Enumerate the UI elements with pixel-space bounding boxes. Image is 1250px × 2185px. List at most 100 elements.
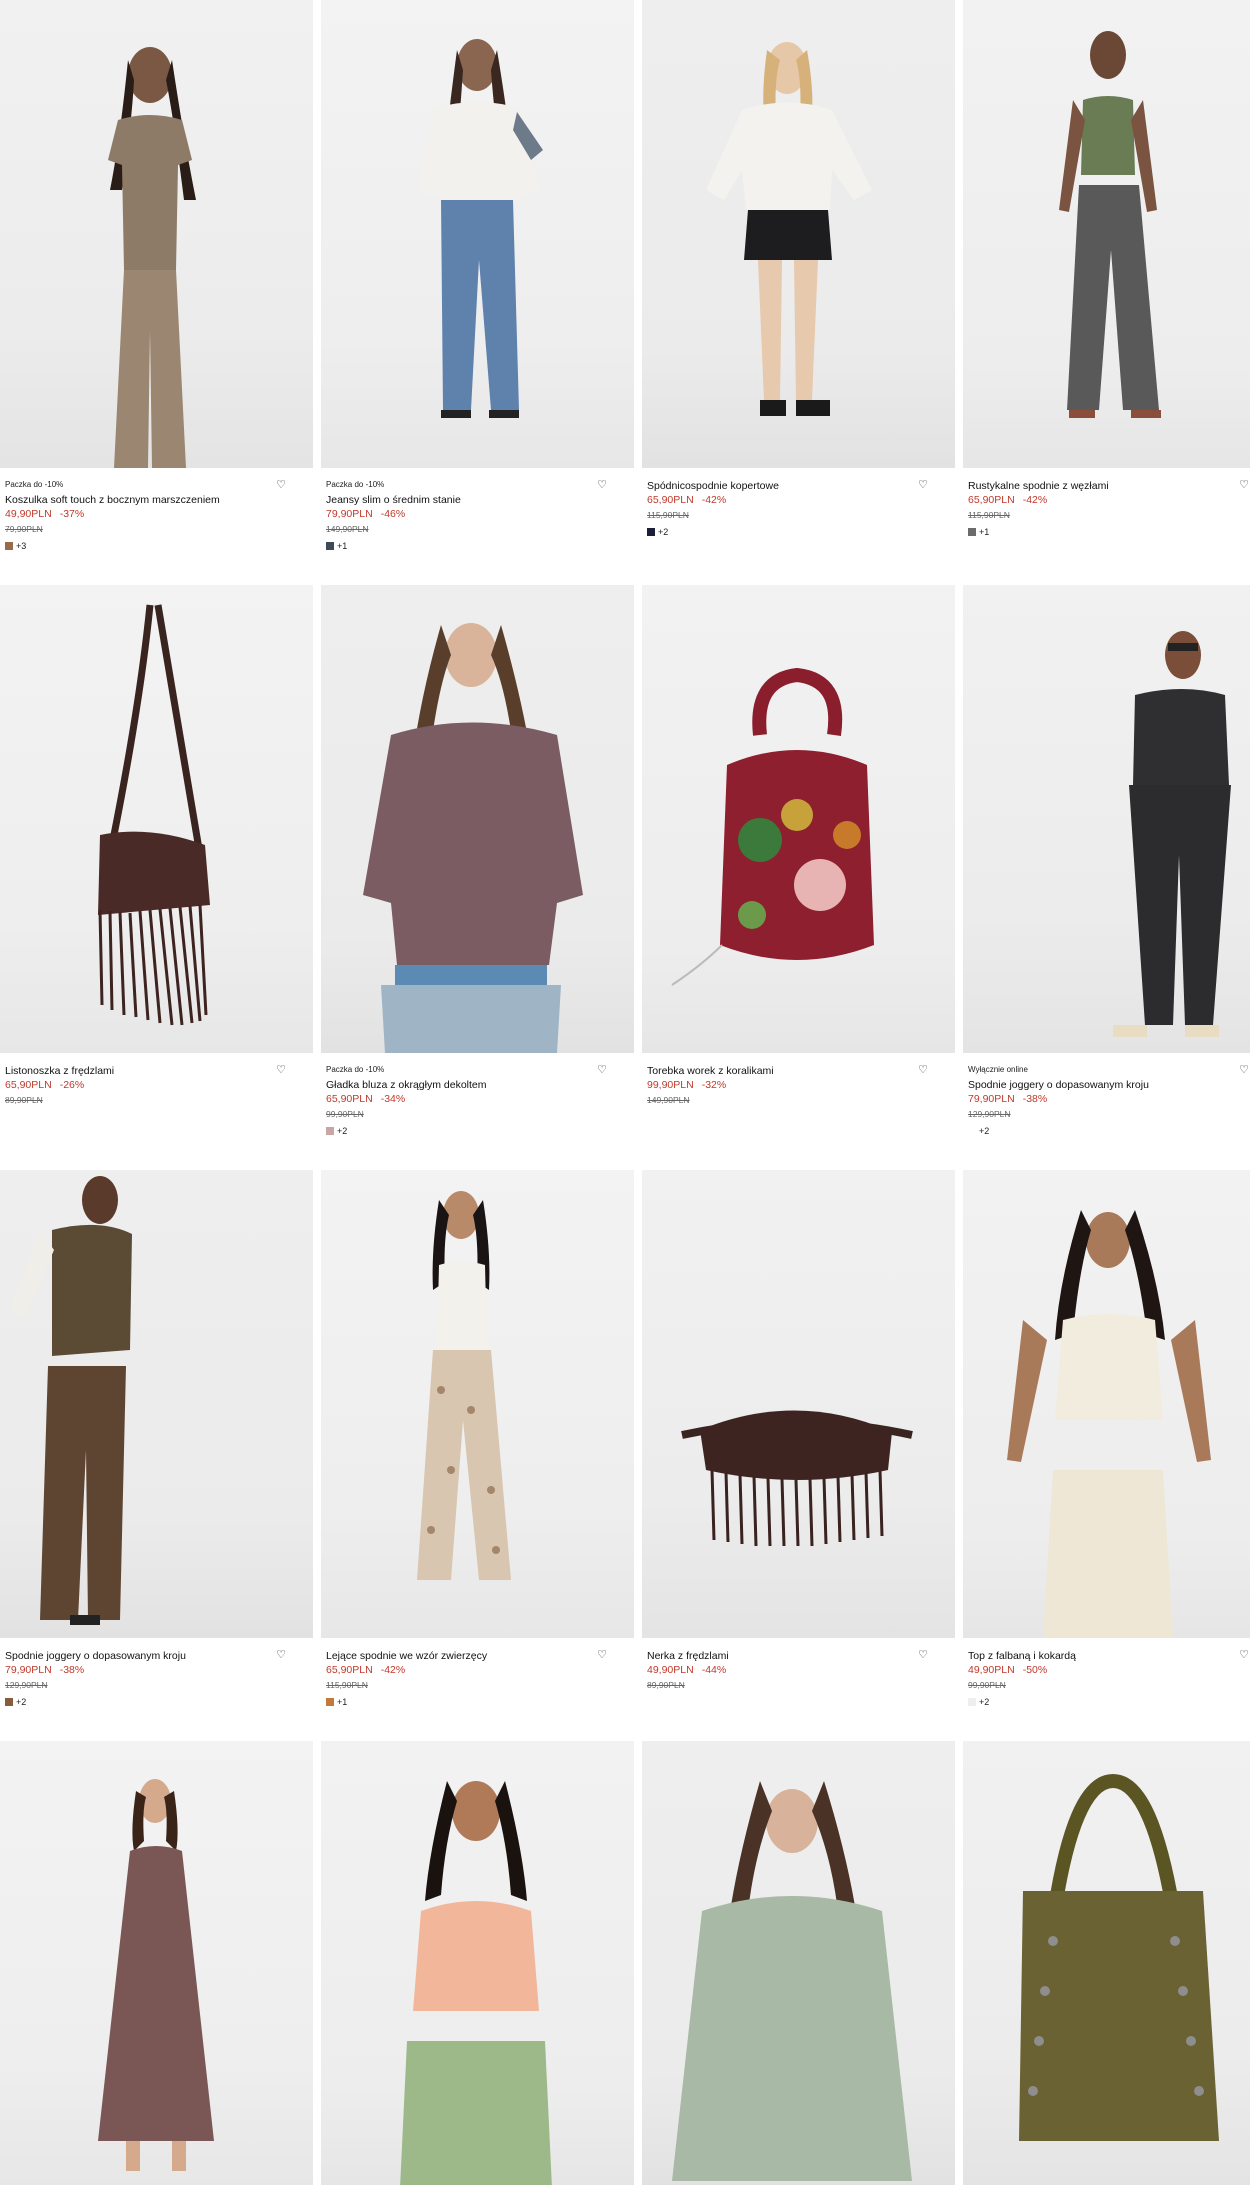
- color-swatch[interactable]: [326, 1127, 334, 1135]
- product-price: 65,90PLN: [968, 494, 1015, 506]
- product-card[interactable]: Nerka z frędzlami ♡ 49,90PLN -44% 89,90PL…: [642, 1170, 955, 1740]
- more-colors: +2: [979, 1697, 990, 1707]
- model-ruffle-top-icon: [1007, 1210, 1211, 1638]
- heart-icon[interactable]: ♡: [597, 1650, 607, 1661]
- heart-icon[interactable]: ♡: [276, 1065, 286, 1076]
- color-options[interactable]: +2: [968, 1697, 989, 1707]
- color-options[interactable]: +2: [5, 1697, 26, 1707]
- product-card[interactable]: Listonoszka z frędzlami ♡ 65,90PLN -26% 8…: [0, 585, 313, 1170]
- heart-icon[interactable]: ♡: [1239, 1065, 1249, 1076]
- price-row: 65,90PLN -42%: [968, 494, 1047, 506]
- product-card[interactable]: Lejące spodnie we wzór zwierzęcy ♡ 65,90…: [321, 1170, 634, 1740]
- product-name[interactable]: Listonoszka z frędzlami: [5, 1065, 114, 1077]
- product-photo[interactable]: [321, 0, 634, 468]
- product-photo[interactable]: [642, 1170, 955, 1638]
- price-row: 49,90PLN -50%: [968, 1664, 1047, 1676]
- product-photo[interactable]: [0, 1741, 313, 2185]
- product-name[interactable]: Top z falbaną i kokardą: [968, 1650, 1076, 1662]
- old-price: 89,90PLN: [647, 1680, 685, 1690]
- color-swatch[interactable]: [5, 1698, 13, 1706]
- product-photo[interactable]: [642, 0, 955, 468]
- discount-badge: -46%: [380, 508, 406, 520]
- studded-tote-icon: [1019, 1773, 1219, 2141]
- heart-icon[interactable]: ♡: [597, 1065, 607, 1076]
- product-photo[interactable]: [321, 1741, 634, 2185]
- heart-icon[interactable]: ♡: [918, 1065, 928, 1076]
- product-card[interactable]: Paczka do -10% Jeansy slim o średnim sta…: [321, 0, 634, 585]
- color-options[interactable]: +3: [5, 541, 26, 551]
- product-photo[interactable]: [963, 1170, 1250, 1638]
- fringe-beltbag-icon: [681, 1410, 913, 1547]
- model-skort-icon: [706, 42, 872, 416]
- color-options[interactable]: +1: [968, 527, 989, 537]
- heart-icon[interactable]: ♡: [918, 1650, 928, 1661]
- product-photo[interactable]: [642, 1741, 955, 2185]
- product-name[interactable]: Nerka z frędzlami: [647, 1650, 729, 1662]
- heart-icon[interactable]: ♡: [597, 480, 607, 491]
- more-colors: +2: [658, 527, 669, 537]
- color-swatch[interactable]: [5, 542, 13, 550]
- product-card[interactable]: [963, 1741, 1250, 2185]
- discount-badge: -38%: [1022, 1093, 1048, 1105]
- product-card[interactable]: Wyłącznie online Spodnie joggery o dopas…: [963, 585, 1250, 1170]
- product-photo[interactable]: [321, 585, 634, 1053]
- product-name[interactable]: Spodnie joggery o dopasowanym kroju: [5, 1650, 186, 1662]
- product-name[interactable]: Spódnicospodnie kopertowe: [647, 480, 779, 492]
- product-card[interactable]: [642, 1741, 955, 2185]
- color-swatch[interactable]: [968, 528, 976, 536]
- heart-icon[interactable]: ♡: [276, 1650, 286, 1661]
- price-row: 65,90PLN -42%: [647, 494, 726, 506]
- discount-badge: -42%: [1022, 494, 1048, 506]
- product-photo[interactable]: [321, 1170, 634, 1638]
- product-card[interactable]: [321, 1741, 634, 2185]
- color-options[interactable]: +2: [968, 1126, 989, 1136]
- product-photo[interactable]: [963, 1741, 1250, 2185]
- product-price: 99,90PLN: [647, 1079, 694, 1091]
- product-card[interactable]: Spódnicospodnie kopertowe ♡ 65,90PLN -42%…: [642, 0, 955, 585]
- heart-icon[interactable]: ♡: [918, 480, 928, 491]
- product-card[interactable]: Spodnie joggery o dopasowanym kroju ♡ 79…: [0, 1170, 313, 1740]
- old-price: 115,90PLN: [968, 510, 1010, 520]
- product-name[interactable]: Gładka bluza z okrągłym dekoltem: [326, 1079, 487, 1091]
- color-swatch[interactable]: [326, 1698, 334, 1706]
- product-card[interactable]: Rustykalne spodnie z węzłami ♡ 65,90PLN -…: [963, 0, 1250, 585]
- product-photo[interactable]: [0, 0, 313, 468]
- price-row: 79,90PLN -38%: [5, 1664, 84, 1676]
- color-swatch[interactable]: [968, 1698, 976, 1706]
- heart-icon[interactable]: ♡: [276, 480, 286, 491]
- product-name[interactable]: Koszulka soft touch z bocznym marszczeni…: [5, 494, 220, 506]
- product-card[interactable]: [0, 1741, 313, 2185]
- product-name[interactable]: Torebka worek z koralikami: [647, 1065, 774, 1077]
- product-card[interactable]: Paczka do -10% Gładka bluza z okrągłym d…: [321, 585, 634, 1170]
- product-photo[interactable]: [963, 0, 1250, 468]
- product-price: 65,90PLN: [326, 1093, 373, 1105]
- color-swatch[interactable]: [647, 528, 655, 536]
- product-photo[interactable]: [0, 1170, 313, 1638]
- color-options[interactable]: +1: [326, 541, 347, 551]
- model-joggers-icon: [1113, 631, 1231, 1037]
- product-name[interactable]: Spodnie joggery o dopasowanym kroju: [968, 1079, 1149, 1091]
- product-price: 49,90PLN: [968, 1664, 1015, 1676]
- product-name[interactable]: Lejące spodnie we wzór zwierzęcy: [326, 1650, 487, 1662]
- product-photo[interactable]: [642, 585, 955, 1053]
- product-tag: Paczka do -10%: [5, 480, 64, 489]
- color-options[interactable]: +2: [647, 527, 668, 537]
- color-swatch[interactable]: [326, 542, 334, 550]
- product-name[interactable]: Rustykalne spodnie z węzłami: [968, 480, 1109, 492]
- product-card[interactable]: Torebka worek z koralikami ♡ 99,90PLN -32…: [642, 585, 955, 1170]
- discount-badge: -26%: [59, 1079, 85, 1091]
- color-options[interactable]: +2: [326, 1126, 347, 1136]
- color-swatch[interactable]: [968, 1127, 976, 1135]
- heart-icon[interactable]: ♡: [1239, 1650, 1249, 1661]
- product-photo[interactable]: [0, 585, 313, 1053]
- old-price: 115,90PLN: [326, 1680, 368, 1690]
- product-card[interactable]: Top z falbaną i kokardą ♡ 49,90PLN -50% 9…: [963, 1170, 1250, 1740]
- more-colors: +2: [979, 1126, 990, 1136]
- more-colors: +1: [979, 527, 990, 537]
- product-name[interactable]: Jeansy slim o średnim stanie: [326, 494, 461, 506]
- heart-icon[interactable]: ♡: [1239, 480, 1249, 491]
- product-photo[interactable]: [963, 585, 1250, 1053]
- old-price: 89,90PLN: [5, 1095, 43, 1105]
- product-card[interactable]: Paczka do -10% Koszulka soft touch z boc…: [0, 0, 313, 585]
- color-options[interactable]: +1: [326, 1697, 347, 1707]
